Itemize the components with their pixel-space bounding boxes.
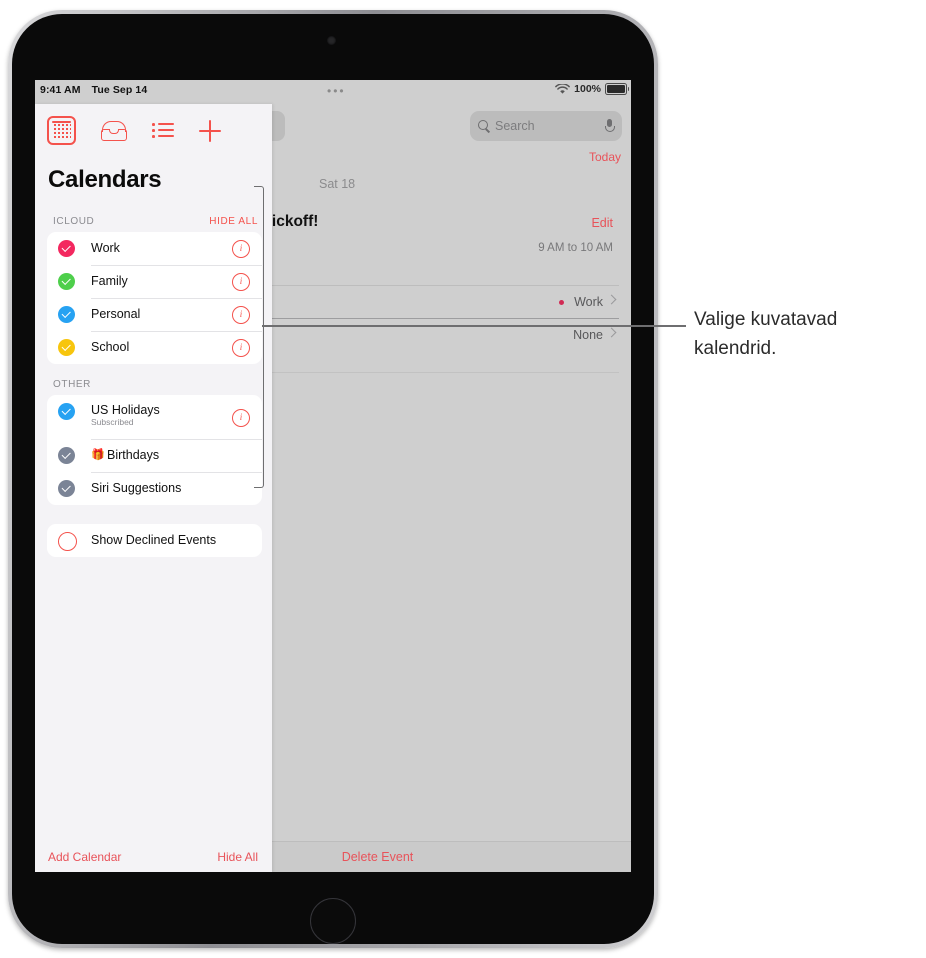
chevron-right-icon: [606, 327, 617, 338]
checkbox-checked-icon[interactable]: [58, 447, 75, 464]
calendar-row-siri-suggestions[interactable]: Siri Suggestions: [47, 472, 262, 505]
other-calendar-card: US Holidays Subscribed i 🎁 Birthdays Sir…: [47, 395, 262, 505]
checkbox-checked-icon[interactable]: [58, 240, 75, 257]
info-icon[interactable]: i: [232, 240, 250, 258]
gift-icon: 🎁: [91, 449, 105, 461]
calendar-name: Family: [91, 274, 128, 288]
show-declined-events-row[interactable]: Show Declined Events: [47, 524, 262, 557]
ipad-screen: 9:41 AM Tue Sep 14 ••• 100% Week Month Y…: [35, 80, 631, 872]
event-time: 9 AM to 10 AM: [538, 242, 613, 254]
info-icon[interactable]: i: [232, 306, 250, 324]
section-header-other: OTHER: [53, 379, 91, 390]
battery-percent: 100%: [574, 83, 601, 95]
calendar-name: School: [91, 340, 130, 354]
calendar-subtitle: Subscribed: [91, 417, 134, 427]
status-bar-left: 9:41 AM Tue Sep 14: [40, 84, 147, 96]
icloud-calendar-card: Work i Family i Personal i School i: [47, 232, 262, 364]
edit-button[interactable]: Edit: [591, 216, 613, 230]
callout-bracket: [254, 186, 264, 488]
front-camera: [327, 36, 336, 45]
search-placeholder: Search: [495, 119, 535, 133]
hide-all-icloud-button[interactable]: HIDE ALL: [209, 216, 258, 227]
detail-value-alert: None: [573, 328, 603, 342]
add-calendar-button[interactable]: Add Calendar: [48, 850, 121, 864]
status-time: 9:41 AM: [40, 84, 81, 96]
today-button[interactable]: Today: [589, 150, 621, 164]
calendar-name: US Holidays: [91, 403, 160, 417]
mic-icon[interactable]: [604, 119, 615, 133]
info-icon[interactable]: i: [232, 409, 250, 427]
wifi-icon: [555, 83, 570, 94]
callout-text: Valige kuvatavad kalendrid.: [694, 309, 838, 359]
home-button[interactable]: [310, 898, 356, 944]
checkbox-checked-icon[interactable]: [58, 273, 75, 290]
callout-leader-line: [262, 325, 686, 327]
calendar-row-personal[interactable]: Personal i: [47, 298, 262, 331]
status-date: Tue Sep 14: [91, 84, 148, 96]
sidebar-toolbar: [47, 116, 221, 145]
battery-icon: [605, 83, 630, 95]
list-icon[interactable]: [152, 122, 174, 139]
day-header-sat[interactable]: Sat 18: [319, 177, 355, 191]
calendars-sidebar: Calendars ICLOUD HIDE ALL Work i Family …: [35, 104, 272, 872]
calendar-icon[interactable]: [47, 116, 76, 145]
hide-all-button[interactable]: Hide All: [217, 850, 258, 864]
search-field[interactable]: Search: [470, 111, 622, 141]
show-declined-card: Show Declined Events: [47, 524, 262, 557]
multitasking-dots-icon[interactable]: •••: [327, 85, 346, 97]
plus-icon[interactable]: [199, 119, 221, 142]
page-title: Calendars: [48, 166, 162, 193]
chevron-right-icon: [606, 294, 617, 305]
checkbox-checked-icon[interactable]: [58, 339, 75, 356]
calendar-name: Birthdays: [107, 448, 160, 462]
calendar-row-work[interactable]: Work i: [47, 232, 262, 265]
calendar-row-family[interactable]: Family i: [47, 265, 262, 298]
calendar-row-us-holidays[interactable]: US Holidays Subscribed i: [47, 395, 262, 439]
search-icon: [478, 120, 490, 132]
calendar-color-dot: [559, 300, 564, 305]
checkbox-checked-icon[interactable]: [58, 306, 75, 323]
calendar-name: Siri Suggestions: [91, 481, 182, 495]
checkbox-checked-icon[interactable]: [58, 480, 75, 497]
calendar-row-school[interactable]: School i: [47, 331, 262, 364]
status-bar: 9:41 AM Tue Sep 14 ••• 100%: [35, 80, 631, 104]
calendar-name: Personal: [91, 307, 141, 321]
info-icon[interactable]: i: [232, 273, 250, 291]
section-header-icloud: ICLOUD: [53, 216, 95, 227]
calendar-row-birthdays[interactable]: 🎁 Birthdays: [47, 439, 262, 472]
detail-value-calendar: Work: [574, 295, 603, 309]
checkbox-checked-icon[interactable]: [58, 403, 75, 420]
status-bar-right: 100%: [555, 83, 630, 95]
show-declined-label: Show Declined Events: [91, 533, 217, 547]
inbox-icon[interactable]: [101, 120, 127, 141]
sidebar-bottom-bar: Add Calendar Hide All: [35, 842, 272, 872]
info-icon[interactable]: i: [232, 339, 250, 357]
checkbox-unchecked-icon[interactable]: [58, 532, 77, 551]
calendar-name: Work: [91, 241, 120, 255]
